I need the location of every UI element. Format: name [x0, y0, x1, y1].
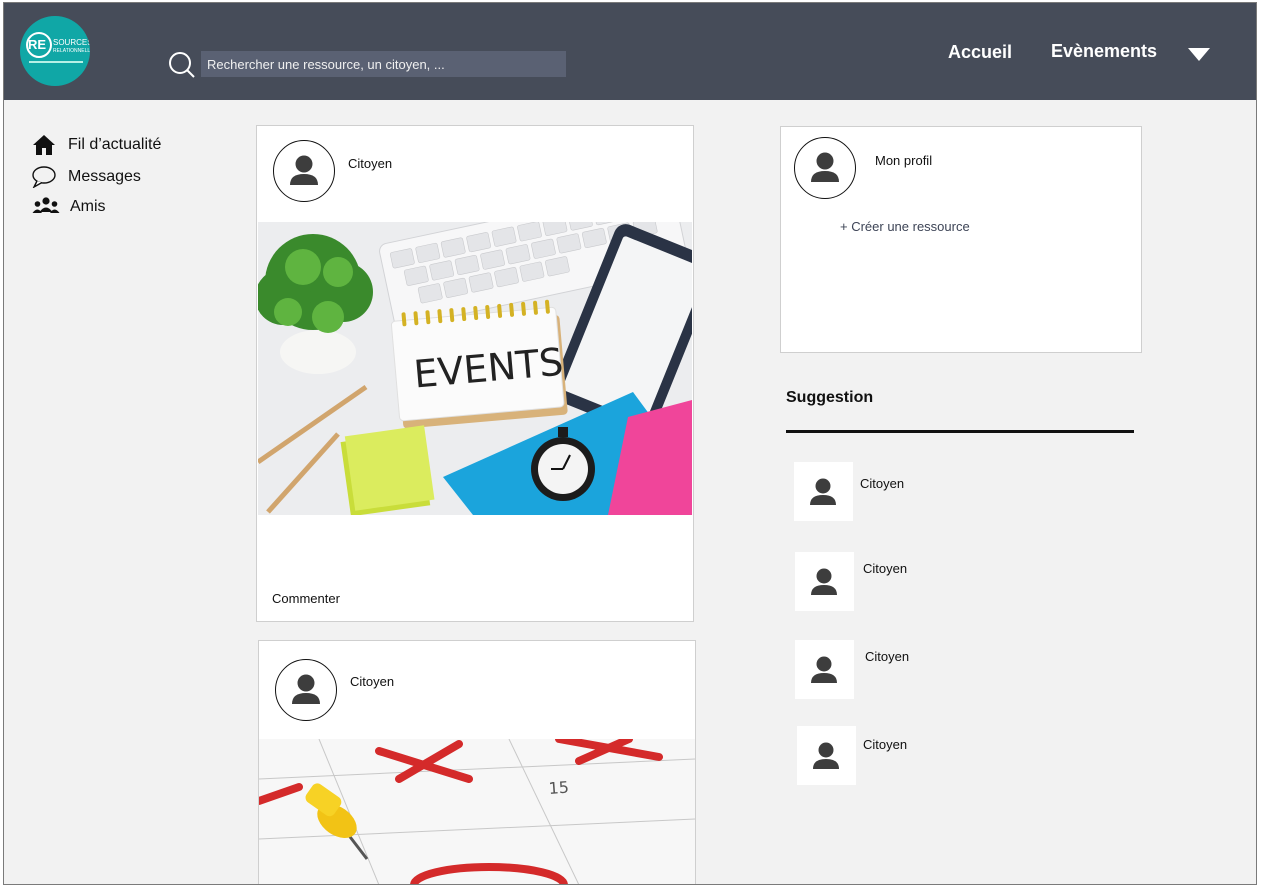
logo-subtitle: SOURCES RELATIONNELLES	[53, 38, 90, 56]
profile-card: Mon profil + Créer une ressource	[780, 126, 1142, 353]
suggestion-heading: Suggestion	[786, 389, 874, 406]
suggestion-name[interactable]: Citoyen	[863, 561, 907, 576]
avatar[interactable]	[795, 552, 854, 611]
post-card: Citoyen EVENTS Commenter	[256, 125, 694, 622]
nav-home-link[interactable]: Accueil	[948, 42, 1012, 63]
suggestion-name[interactable]: Citoyen	[865, 649, 909, 664]
user-icon	[810, 478, 836, 505]
avatar[interactable]	[275, 659, 337, 721]
top-bar: RE SOURCES RELATIONNELLES Accueil Evènem…	[4, 3, 1256, 100]
suggestion-name[interactable]: Citoyen	[860, 476, 904, 491]
post-card: Citoyen 15	[258, 640, 696, 884]
sidebar-item-messages[interactable]: Messages	[32, 166, 141, 188]
chevron-down-icon[interactable]	[1188, 48, 1210, 61]
search-input[interactable]	[201, 51, 566, 77]
post-author[interactable]: Citoyen	[350, 674, 394, 689]
user-icon	[292, 674, 320, 704]
suggestion-name[interactable]: Citoyen	[863, 737, 907, 752]
logo[interactable]: RE SOURCES RELATIONNELLES	[20, 16, 90, 86]
post-image: EVENTS	[258, 222, 692, 515]
logo-tagline	[29, 61, 83, 63]
user-icon	[811, 152, 839, 182]
events-desk-image: EVENTS	[258, 222, 692, 515]
avatar[interactable]	[797, 726, 856, 785]
chat-bubble-icon	[32, 166, 56, 188]
avatar[interactable]	[794, 462, 853, 521]
post-author[interactable]: Citoyen	[348, 156, 392, 171]
create-resource-link[interactable]: + Créer une ressource	[840, 219, 970, 234]
logo-sub-line-1: SOURCES	[53, 38, 90, 47]
user-icon	[811, 568, 837, 595]
profile-title[interactable]: Mon profil	[875, 153, 932, 168]
logo-text: RE	[28, 37, 47, 52]
post-image: 15	[259, 739, 695, 884]
suggestion-divider	[786, 430, 1134, 433]
sidebar-item-label: Messages	[68, 168, 141, 185]
friends-icon	[32, 197, 60, 213]
avatar[interactable]	[795, 640, 854, 699]
home-icon	[33, 135, 55, 155]
user-icon	[290, 155, 318, 185]
sidebar-item-friends[interactable]: Amis	[32, 196, 106, 218]
user-icon	[813, 742, 839, 769]
user-icon	[811, 656, 837, 683]
sidebar-item-label: Fil d’actualité	[68, 136, 162, 153]
app-frame: RE SOURCES RELATIONNELLES Accueil Evènem…	[3, 2, 1257, 885]
comment-button[interactable]: Commenter	[272, 591, 340, 606]
avatar[interactable]	[273, 140, 335, 202]
calendar-date-text: 15	[548, 778, 570, 798]
calendar-pin-image: 15	[259, 739, 695, 884]
avatar[interactable]	[794, 137, 856, 199]
logo-sub-line-2: RELATIONNELLES	[53, 48, 90, 54]
nav-events-link[interactable]: Evènements	[1051, 41, 1157, 62]
sidebar-item-news-feed[interactable]: Fil d’actualité	[32, 134, 161, 156]
sidebar-item-label: Amis	[70, 198, 106, 215]
search-icon[interactable]	[168, 51, 196, 79]
